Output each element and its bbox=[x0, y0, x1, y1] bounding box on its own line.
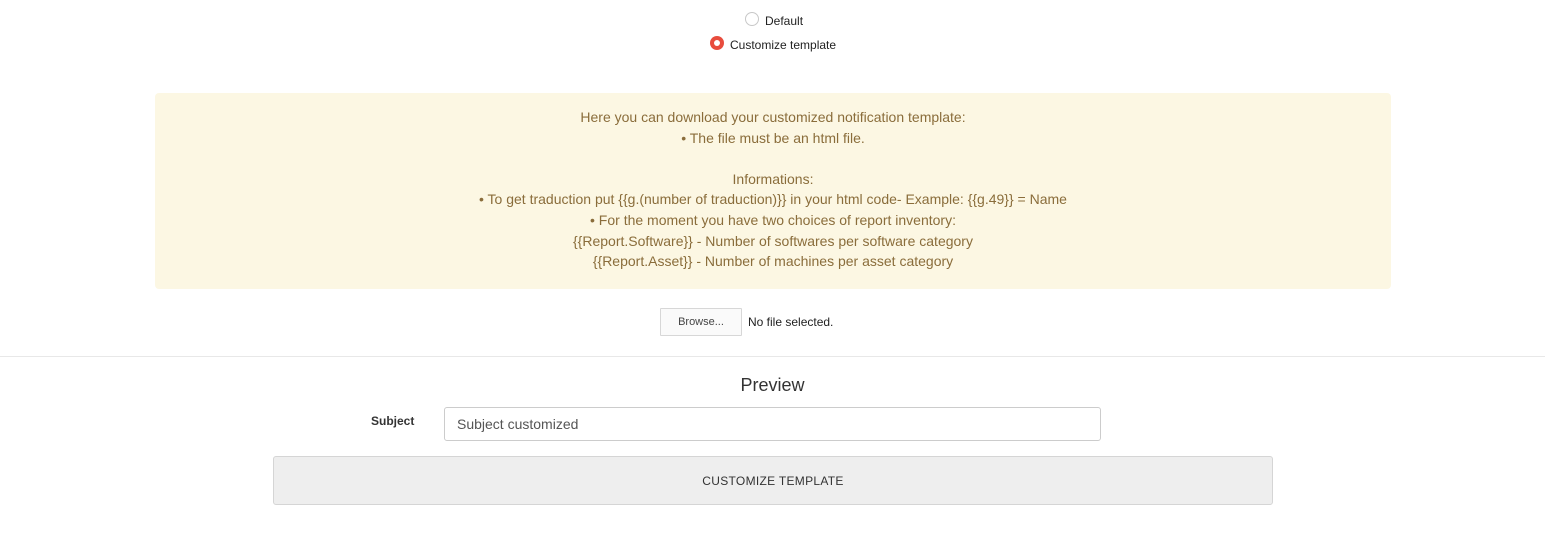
file-status: No file selected. bbox=[748, 315, 834, 329]
info-intro: Here you can download your customized no… bbox=[580, 109, 966, 125]
info-traduction-tip: • To get traduction put {{g.(number of t… bbox=[479, 191, 1067, 208]
file-upload: Browse... No file selected. bbox=[660, 308, 833, 336]
info-file-requirement: • The file must be an html file. bbox=[681, 129, 865, 146]
info-heading: Informations: bbox=[732, 170, 814, 187]
section-divider bbox=[0, 356, 1545, 357]
notification-template-page: Default Customize template Here you can … bbox=[0, 0, 1545, 541]
info-report-software: {{Report.Software}} - Number of software… bbox=[573, 232, 973, 249]
info-report-asset: {{Report.Asset}} - Number of machines pe… bbox=[592, 253, 954, 270]
subject-label: Subject bbox=[371, 414, 415, 428]
preview-title: Preview bbox=[740, 375, 805, 395]
subject-input[interactable] bbox=[444, 407, 1101, 441]
browse-button[interactable]: Browse... bbox=[660, 308, 742, 336]
radio-customize-label[interactable]: Customize template bbox=[730, 38, 836, 52]
radio-default-option[interactable]: Default bbox=[745, 12, 803, 28]
radio-default-label[interactable]: Default bbox=[765, 14, 803, 28]
radio-default[interactable] bbox=[745, 12, 759, 26]
radio-customize-option[interactable]: Customize template bbox=[710, 36, 836, 52]
template-info-alert: Here you can download your customized no… bbox=[155, 93, 1391, 289]
radio-customize-template[interactable] bbox=[710, 36, 724, 50]
info-report-choices: • For the moment you have two choices of… bbox=[590, 211, 956, 228]
customize-template-button[interactable]: CUSTOMIZE TEMPLATE bbox=[273, 456, 1273, 505]
